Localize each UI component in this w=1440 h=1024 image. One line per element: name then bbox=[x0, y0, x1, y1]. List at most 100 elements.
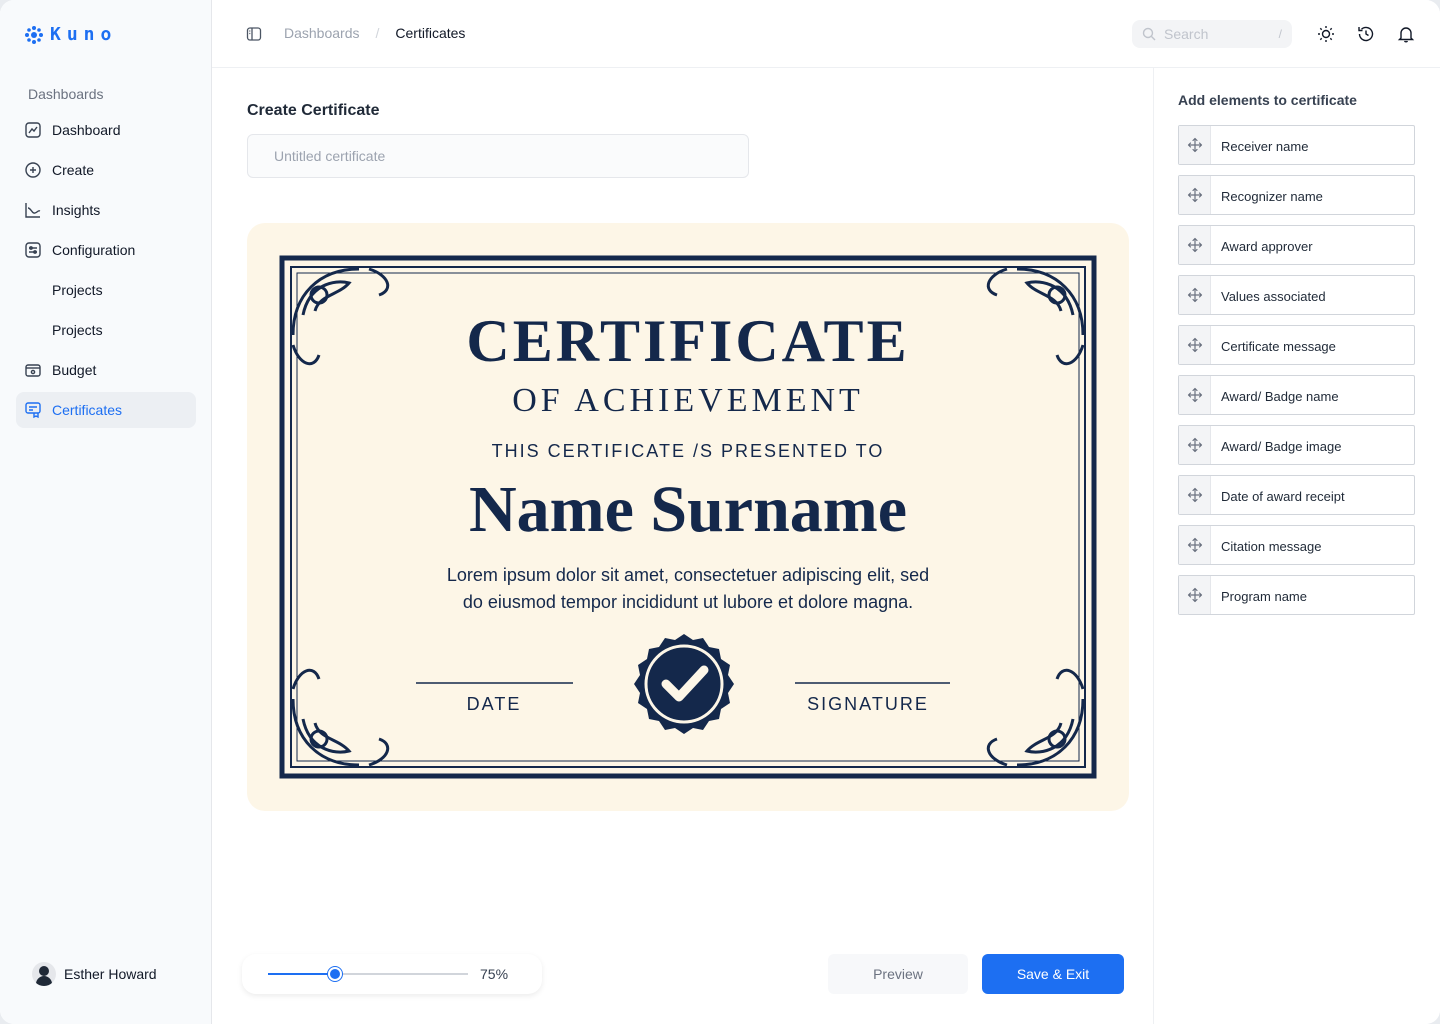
chart-line-icon bbox=[25, 203, 41, 218]
certificate-canvas[interactable]: CERTIFICATE OF ACHIEVEMENT THIS CERTIFIC… bbox=[247, 223, 1129, 811]
drag-move-icon[interactable] bbox=[1179, 576, 1211, 614]
sidebar-item-label: Create bbox=[52, 162, 95, 178]
certificate-heading: CERTIFICATE bbox=[466, 308, 909, 374]
user-name: Esther Howard bbox=[64, 966, 157, 982]
page-title: Create Certificate bbox=[247, 102, 380, 119]
drag-move-icon[interactable] bbox=[1179, 426, 1211, 464]
sidebar-item-label: Insights bbox=[52, 202, 101, 218]
sidebar-item-projects[interactable]: Projects bbox=[16, 312, 196, 348]
sidebar: Kuno Dashboards Dashboard Create Insight… bbox=[0, 0, 212, 1024]
element-item[interactable]: Award/ Badge image bbox=[1178, 425, 1415, 465]
drag-move-icon[interactable] bbox=[1179, 326, 1211, 364]
certificate-signature-label: SIGNATURE bbox=[807, 694, 929, 714]
topbar-actions bbox=[1316, 24, 1416, 44]
elements-panel-title: Add elements to certificate bbox=[1178, 92, 1357, 108]
element-label: Program name bbox=[1221, 588, 1307, 604]
user-profile[interactable]: Esther Howard bbox=[32, 962, 157, 986]
drag-move-icon[interactable] bbox=[1179, 176, 1211, 214]
zoom-value: 75% bbox=[480, 966, 509, 982]
zoom-slider[interactable] bbox=[268, 967, 468, 981]
preview-button[interactable]: Preview bbox=[828, 954, 968, 994]
logo-text: Kuno bbox=[50, 24, 118, 45]
sidebar-item-budget[interactable]: Budget bbox=[16, 352, 196, 388]
sidebar-item-insights[interactable]: Insights bbox=[16, 192, 196, 228]
element-label: Date of award receipt bbox=[1221, 488, 1345, 504]
drag-move-icon[interactable] bbox=[1179, 526, 1211, 564]
bell-icon[interactable] bbox=[1396, 24, 1416, 44]
breadcrumb-parent[interactable]: Dashboards bbox=[284, 25, 360, 41]
certificate-subheading: OF ACHIEVEMENT bbox=[512, 382, 864, 419]
certificate-date-label: DATE bbox=[467, 694, 522, 714]
sidebar-item-label: Certificates bbox=[52, 402, 123, 418]
sliders-icon bbox=[25, 242, 41, 258]
breadcrumb-current: Certificates bbox=[395, 25, 466, 41]
element-item[interactable]: Date of award receipt bbox=[1178, 475, 1415, 515]
element-label: Citation message bbox=[1221, 538, 1322, 554]
certificate-icon bbox=[25, 402, 41, 419]
certificate-name-input[interactable] bbox=[247, 134, 749, 178]
sidebar-toggle-icon[interactable] bbox=[246, 26, 262, 42]
certificate-body-line1: Lorem ipsum dolor sit amet, consectetuer… bbox=[447, 565, 929, 585]
sidebar-item-label: Projects bbox=[52, 322, 103, 338]
drag-move-icon[interactable] bbox=[1179, 376, 1211, 414]
save-exit-button[interactable]: Save & Exit bbox=[982, 954, 1124, 994]
breadcrumb-separator: / bbox=[375, 25, 380, 41]
certificate-body-line2: do eiusmod tempor incididunt ut lubore e… bbox=[463, 592, 913, 612]
sidebar-item-label: Budget bbox=[52, 362, 97, 378]
element-item[interactable]: Values associated bbox=[1178, 275, 1415, 315]
certificate-recipient: Name Surname bbox=[469, 473, 907, 546]
element-item[interactable]: Certificate message bbox=[1178, 325, 1415, 365]
element-item[interactable]: Recognizer name bbox=[1178, 175, 1415, 215]
element-item[interactable]: Citation message bbox=[1178, 525, 1415, 565]
zoom-control: 75% bbox=[242, 954, 542, 994]
element-label: Recognizer name bbox=[1221, 188, 1323, 204]
element-item[interactable]: Award/ Badge name bbox=[1178, 375, 1415, 415]
logo-mark-icon bbox=[25, 25, 43, 44]
certificate-preview: CERTIFICATE OF ACHIEVEMENT THIS CERTIFIC… bbox=[279, 255, 1097, 779]
breadcrumb: Dashboards / Certificates bbox=[284, 25, 465, 41]
sidebar-item-label: Projects bbox=[52, 282, 103, 298]
element-item[interactable]: Award approver bbox=[1178, 225, 1415, 265]
drag-move-icon[interactable] bbox=[1179, 226, 1211, 264]
element-label: Award/ Badge name bbox=[1221, 388, 1339, 404]
drag-move-icon[interactable] bbox=[1179, 126, 1211, 164]
certificate-presented: THIS CERTIFICATE /S PRESENTED TO bbox=[492, 441, 885, 461]
history-icon[interactable] bbox=[1356, 24, 1376, 44]
drag-move-icon[interactable] bbox=[1179, 276, 1211, 314]
sidebar-item-create[interactable]: Create bbox=[16, 152, 196, 188]
plus-circle-icon bbox=[25, 162, 41, 178]
sun-icon[interactable] bbox=[1316, 24, 1336, 44]
seal-check-icon bbox=[634, 634, 734, 734]
search-input[interactable] bbox=[1164, 26, 1260, 42]
drag-move-icon[interactable] bbox=[1179, 476, 1211, 514]
elements-list: Receiver name Recognizer name Award approv… bbox=[1178, 125, 1415, 625]
wallet-icon bbox=[25, 364, 41, 377]
search-box[interactable]: / bbox=[1132, 20, 1292, 48]
sidebar-nav: Dashboard Create Insights Configuration bbox=[16, 112, 196, 432]
element-item[interactable]: Program name bbox=[1178, 575, 1415, 615]
sidebar-item-label: Dashboard bbox=[52, 122, 121, 138]
element-label: Award approver bbox=[1221, 238, 1313, 254]
element-label: Values associated bbox=[1221, 288, 1326, 304]
search-icon bbox=[1142, 27, 1156, 41]
nav-section-label: Dashboards bbox=[28, 86, 104, 102]
zoom-slider-fill bbox=[268, 973, 335, 975]
elements-panel: Add elements to certificate Receiver nam… bbox=[1153, 68, 1440, 1024]
dashboard-icon bbox=[25, 122, 41, 138]
element-label: Award/ Badge image bbox=[1221, 438, 1342, 454]
avatar bbox=[32, 962, 56, 986]
sidebar-item-projects[interactable]: Projects bbox=[16, 272, 196, 308]
element-label: Certificate message bbox=[1221, 338, 1336, 354]
element-label: Receiver name bbox=[1221, 138, 1309, 154]
logo[interactable]: Kuno bbox=[24, 24, 117, 45]
sidebar-item-certificates[interactable]: Certificates bbox=[16, 392, 196, 428]
topbar: Dashboards / Certificates / bbox=[212, 0, 1440, 68]
main-content: Create Certificate Untitled certificate … bbox=[212, 68, 1153, 1024]
sidebar-item-dashboard[interactable]: Dashboard bbox=[16, 112, 196, 148]
zoom-slider-handle[interactable] bbox=[327, 967, 342, 981]
app-window: Kuno Dashboards Dashboard Create Insight… bbox=[0, 0, 1440, 1024]
element-item[interactable]: Receiver name bbox=[1178, 125, 1415, 165]
search-shortcut: / bbox=[1278, 27, 1282, 41]
sidebar-item-label: Configuration bbox=[52, 242, 136, 258]
sidebar-item-configuration[interactable]: Configuration bbox=[16, 232, 196, 268]
